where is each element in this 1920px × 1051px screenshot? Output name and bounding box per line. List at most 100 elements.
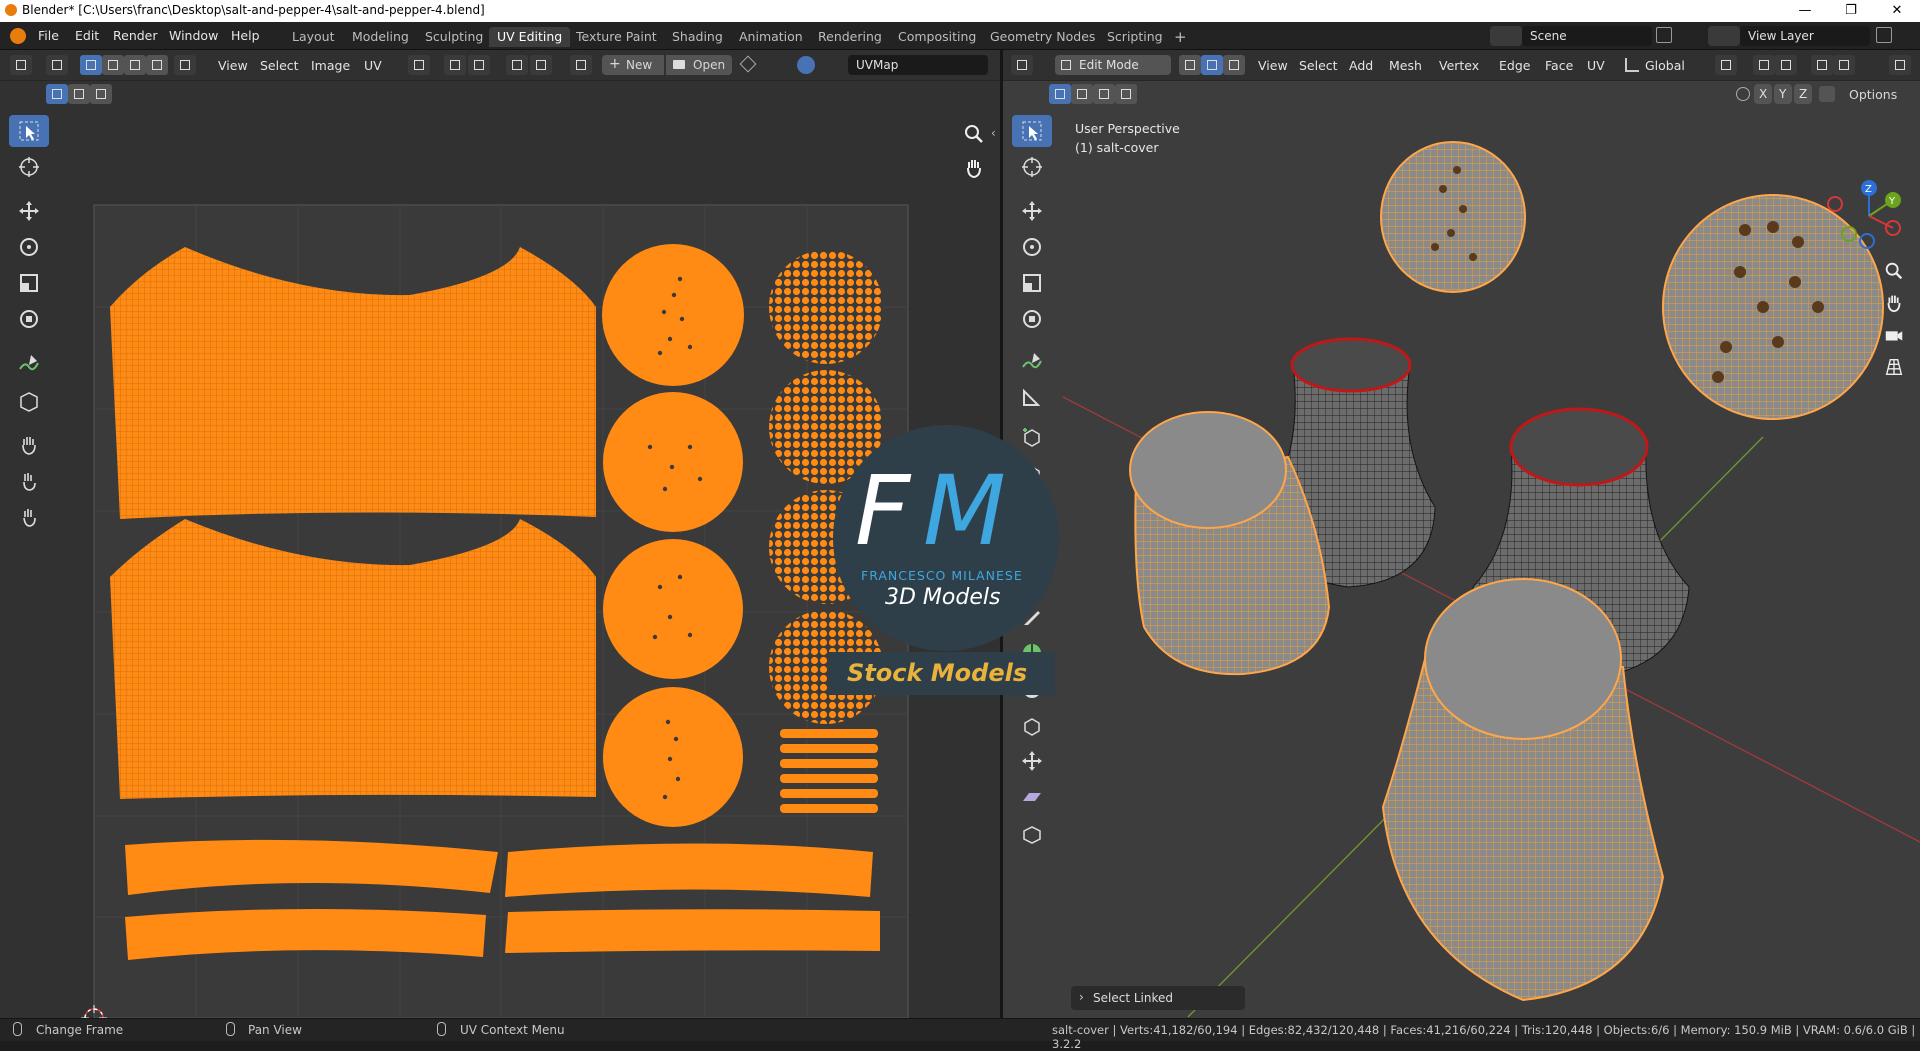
subtract-select-icon[interactable] <box>1093 84 1115 104</box>
auto-merge-icon[interactable] <box>1819 86 1835 102</box>
tab-uv-editing[interactable]: UV Editing <box>489 27 571 47</box>
mirror-x-toggle[interactable]: X <box>1754 84 1772 104</box>
mirror-icon[interactable] <box>1736 87 1750 101</box>
uv-menu-select[interactable]: Select <box>260 58 299 73</box>
pepper-jar-rim <box>1509 407 1649 487</box>
viewport-scene[interactable] <box>1003 107 1920 1018</box>
new-scene-icon[interactable] <box>1656 27 1672 43</box>
tab-sculpting[interactable]: Sculpting <box>417 27 491 47</box>
uv-menu-view[interactable]: View <box>218 58 248 73</box>
gizmo-neg-y-icon[interactable] <box>1841 226 1857 242</box>
mode-dropdown[interactable]: Edit Mode <box>1055 55 1171 75</box>
mirror-z-toggle[interactable]: Z <box>1794 84 1812 104</box>
maximize-button[interactable]: ❐ <box>1828 0 1874 22</box>
subtract-select-icon[interactable] <box>90 84 112 104</box>
vertex-select-mode-icon[interactable] <box>80 55 102 75</box>
viewport-menu-select[interactable]: Select <box>1299 58 1338 73</box>
tab-animation[interactable]: Animation <box>731 27 811 47</box>
snap-icon[interactable] <box>444 55 466 75</box>
proportional-edit-icon[interactable] <box>506 55 528 75</box>
box-select-mode-icon[interactable] <box>46 84 68 104</box>
snap-icon[interactable] <box>1753 55 1775 75</box>
tab-shading[interactable]: Shading <box>664 27 731 47</box>
perspective-toggle-icon[interactable] <box>1883 356 1905 378</box>
last-operator-panel[interactable]: › Select Linked <box>1071 986 1245 1010</box>
viewport-menu-mesh[interactable]: Mesh <box>1389 58 1422 73</box>
new-image-button[interactable]: + New <box>602 55 664 75</box>
uv-overlay-icon[interactable] <box>797 56 815 74</box>
salt-cover-object[interactable] <box>1380 141 1526 293</box>
sync-selection-icon[interactable] <box>46 55 68 75</box>
editor-type-icon[interactable] <box>1011 55 1033 75</box>
vertex-select-icon[interactable] <box>1179 55 1201 75</box>
face-select-mode-icon[interactable] <box>124 55 146 75</box>
edge-select-mode-icon[interactable] <box>102 55 124 75</box>
falloff-icon[interactable] <box>1833 55 1855 75</box>
pin-icon[interactable] <box>739 55 757 73</box>
view-layer-icon[interactable] <box>1708 26 1740 46</box>
edge-select-icon[interactable] <box>1201 55 1223 75</box>
editor-type-icon[interactable] <box>10 55 32 75</box>
viewport-menu-view[interactable]: View <box>1258 58 1288 73</box>
pivot-point-icon[interactable] <box>1715 55 1737 75</box>
camera-view-icon[interactable] <box>1883 324 1905 346</box>
tab-modeling[interactable]: Modeling <box>344 27 417 47</box>
pivot-icon[interactable] <box>408 55 430 75</box>
scene-field[interactable]: Scene <box>1522 26 1652 46</box>
viewport-menu-face[interactable]: Face <box>1545 58 1573 73</box>
tab-texture-paint[interactable]: Texture Paint <box>568 27 665 47</box>
3d-viewport[interactable]: Edit Mode View Select Add Mesh Vertex Ed… <box>1003 50 1920 1018</box>
uv-island-cap-1 <box>602 244 744 386</box>
invert-select-icon[interactable] <box>1115 84 1137 104</box>
new-view-layer-icon[interactable] <box>1876 27 1892 43</box>
logo-letter-f: F <box>855 455 911 567</box>
island-select-mode-icon[interactable] <box>146 55 168 75</box>
tab-layout[interactable]: Layout <box>284 27 343 47</box>
uv-menu-image[interactable]: Image <box>311 58 350 73</box>
tab-geometry-nodes[interactable]: Geometry Nodes <box>982 27 1103 47</box>
menu-edit[interactable]: Edit <box>75 28 99 43</box>
close-window-button[interactable]: ✕ <box>1874 0 1920 22</box>
tab-rendering[interactable]: Rendering <box>810 27 890 47</box>
viewport-menu-vertex[interactable]: Vertex <box>1439 58 1479 73</box>
snap-target-icon[interactable] <box>1775 55 1797 75</box>
gizmo-neg-z-icon[interactable] <box>1859 233 1875 249</box>
viewport-menu-edge[interactable]: Edge <box>1499 58 1530 73</box>
open-image-button[interactable]: Open <box>666 55 732 75</box>
uv-subheader <box>0 81 1000 107</box>
viewport-menu-uv[interactable]: UV <box>1587 58 1605 73</box>
falloff-icon[interactable] <box>530 55 552 75</box>
face-select-icon[interactable] <box>1223 55 1245 75</box>
sticky-select-icon[interactable] <box>174 55 196 75</box>
image-browse-icon[interactable] <box>570 55 592 75</box>
extend-select-icon[interactable] <box>1071 84 1093 104</box>
viewport-overlays-icon[interactable] <box>1889 55 1911 75</box>
menu-render[interactable]: Render <box>113 28 158 43</box>
minimize-button[interactable]: — <box>1782 0 1828 22</box>
mirror-y-toggle[interactable]: Y <box>1774 84 1792 104</box>
orientation-dropdown[interactable]: Global <box>1645 58 1685 73</box>
uv-menu-uv[interactable]: UV <box>364 58 382 73</box>
zoom-view-icon[interactable] <box>1883 260 1905 282</box>
view-layer-field[interactable]: View Layer <box>1740 26 1870 46</box>
tab-compositing[interactable]: Compositing <box>890 27 984 47</box>
menu-window[interactable]: Window <box>169 28 218 43</box>
mode-label: Edit Mode <box>1079 58 1139 72</box>
blender-menu-icon[interactable] <box>10 28 26 44</box>
menu-help[interactable]: Help <box>231 28 260 43</box>
uv-map-field[interactable]: UVMap <box>848 55 988 75</box>
proportional-edit-icon[interactable] <box>1811 55 1833 75</box>
viewport-menu-add[interactable]: Add <box>1349 58 1373 73</box>
tab-scripting[interactable]: Scripting <box>1099 27 1171 47</box>
navigation-gizmo[interactable]: Z Y <box>1823 178 1915 253</box>
menu-file[interactable]: File <box>38 28 59 43</box>
options-dropdown[interactable]: Options <box>1849 87 1897 102</box>
gizmo-x-icon[interactable] <box>1827 196 1843 212</box>
extend-select-icon[interactable] <box>68 84 90 104</box>
box-select-mode-icon[interactable] <box>1049 84 1071 104</box>
scene-selector-icon[interactable] <box>1490 26 1522 46</box>
add-workspace-button[interactable]: + <box>1166 27 1195 47</box>
status-middle-hint: Pan View <box>248 1023 302 1037</box>
pan-view-icon[interactable] <box>1883 292 1905 314</box>
snap-target-icon[interactable] <box>468 55 490 75</box>
